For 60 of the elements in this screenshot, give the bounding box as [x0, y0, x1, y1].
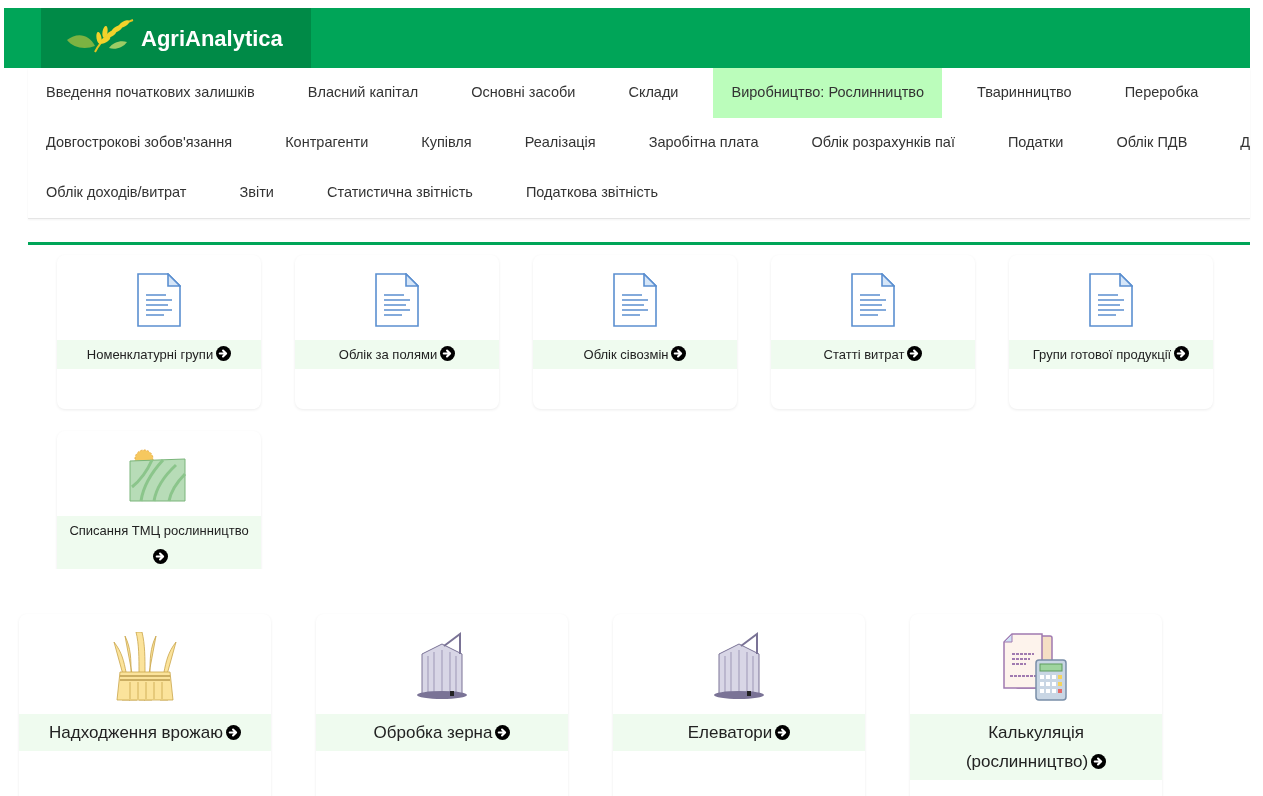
nav-tab[interactable]: Введення початкових залишків	[28, 68, 273, 118]
menu-card[interactable]: Облік сівозмін	[533, 255, 737, 409]
menu-card[interactable]: Облік за полями	[295, 255, 499, 409]
nav-tab[interactable]: Облік розрахунків паї	[793, 118, 973, 168]
menu-card[interactable]: Елеватори	[613, 614, 865, 796]
nav-tab[interactable]: Податки	[989, 118, 1082, 168]
menu-card[interactable]: Калькуляція (рослинництво)	[910, 614, 1162, 796]
card-link[interactable]: Облік сівозмін	[533, 340, 737, 369]
document-icon	[851, 273, 895, 327]
card-link[interactable]: Облік за полями	[295, 340, 499, 369]
arrow-circle-icon	[216, 346, 232, 361]
document-icon	[137, 273, 181, 327]
nav-tab[interactable]: Тваринництво	[959, 68, 1090, 118]
menu-card[interactable]: Обробка зерна	[316, 614, 568, 796]
nav-tab[interactable]: Купівля	[403, 118, 490, 168]
nav-tab[interactable]: Податкова звітність	[507, 168, 677, 218]
arrow-circle-icon	[225, 725, 241, 740]
silo-icon	[711, 632, 767, 702]
nav-tab[interactable]: Облік ПДВ	[1098, 118, 1206, 168]
card-link[interactable]: Надходження врожаю	[19, 714, 271, 751]
wheat-sheaf-icon	[110, 632, 180, 702]
nav-tab[interactable]: Заробітна плата	[630, 118, 777, 168]
nav-tab[interactable]: Реалізація	[506, 118, 614, 168]
silo-icon	[414, 632, 470, 702]
menu-card[interactable]: Групи готової продукції	[1009, 255, 1213, 409]
arrow-circle-icon	[440, 346, 456, 361]
nav-tab[interactable]: Виробництво: Рослинництво	[713, 68, 942, 118]
nav-tab[interactable]: Склади	[610, 68, 697, 118]
nav-tab[interactable]: Облік доходів/витрат	[28, 168, 205, 218]
menu-card[interactable]: Номенклатурні групи	[57, 255, 261, 409]
nav-tab[interactable]: Основні засоби	[453, 68, 594, 118]
card-link[interactable]: Калькуляція (рослинництво)	[910, 714, 1162, 780]
menu-card[interactable]: Списання ТМЦ рослинництво	[57, 431, 261, 569]
arrow-circle-icon	[775, 725, 791, 740]
document-icon	[375, 273, 419, 327]
document-icon	[613, 273, 657, 327]
card-link[interactable]: Списання ТМЦ рослинництво	[57, 516, 261, 569]
nav-tab[interactable]: Переробка	[1106, 68, 1217, 118]
card-link[interactable]: Обробка зерна	[316, 714, 568, 751]
arrow-circle-icon	[907, 346, 923, 361]
card-link[interactable]: Елеватори	[613, 714, 865, 751]
nav-tab[interactable]: Статистична звітність	[308, 168, 491, 218]
arrow-circle-icon	[153, 549, 168, 564]
menu-card[interactable]: Надходження врожаю	[19, 614, 271, 796]
arrow-circle-icon	[671, 346, 687, 361]
nav-tab[interactable]: Власний капітал	[289, 68, 437, 118]
logo[interactable]: AgriAnalytica	[41, 8, 311, 68]
nav-tab[interactable]: Д	[1222, 118, 1250, 168]
arrow-circle-icon	[1174, 346, 1190, 361]
menu-card[interactable]: Статті витрат	[771, 255, 975, 409]
nav-tab[interactable]: Довгострокові зобов'язання	[28, 118, 251, 168]
logo-text: AgriAnalytica	[141, 24, 283, 53]
nav-tab[interactable]: Звіти	[221, 168, 292, 218]
arrow-circle-icon	[495, 725, 511, 740]
arrow-circle-icon	[1091, 754, 1107, 769]
card-link[interactable]: Групи готової продукції	[1009, 340, 1213, 369]
card-link[interactable]: Статті витрат	[771, 340, 975, 369]
nav-tab[interactable]: Контрагенти	[267, 118, 387, 168]
document-icon	[1089, 273, 1133, 327]
card-link[interactable]: Номенклатурні групи	[57, 340, 261, 369]
